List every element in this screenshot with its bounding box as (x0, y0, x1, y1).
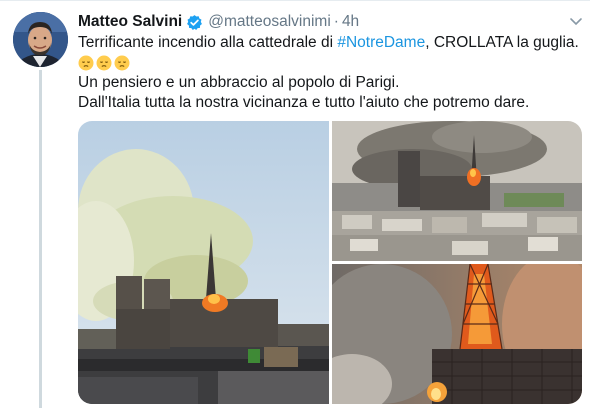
pensive-face-icon (114, 55, 130, 71)
timestamp[interactable]: 4h (342, 13, 359, 31)
tweet[interactable]: Matteo Salvini @matteosalvinimi · 4h Ter… (0, 0, 590, 408)
hashtag-link[interactable]: #NotreDame (337, 34, 425, 51)
author-handle[interactable]: @matteosalvinimi (208, 13, 331, 31)
paris-aerial-fire-photo[interactable] (332, 121, 582, 261)
pensive-face-icon (78, 55, 94, 71)
separator-dot: · (333, 13, 339, 30)
verified-badge-icon (186, 14, 203, 31)
author-name[interactable]: Matteo Salvini (78, 13, 182, 31)
chevron-down-icon[interactable] (569, 14, 583, 26)
tweet-text: Terrificante incendio alla cattedrale di… (78, 33, 583, 113)
pensive-face-icon (96, 55, 112, 71)
emoji-row (78, 53, 583, 73)
spire-flames-photo[interactable] (332, 264, 582, 404)
tweet-text-line: Dall'Italia tutta la nostra vicinanza e … (78, 94, 530, 111)
thread-line (39, 70, 42, 408)
tweet-text-line: Terrificante incendio alla cattedrale di… (78, 33, 583, 53)
divider (0, 0, 590, 1)
text-segment: , CROLLATA la guglia. (425, 34, 579, 51)
tweet-header: Matteo Salvini @matteosalvinimi · 4h (78, 12, 359, 32)
media-grid (78, 121, 582, 404)
avatar[interactable] (13, 12, 68, 67)
text-segment: Terrificante incendio alla cattedrale di (78, 34, 338, 51)
tweet-text-line: Un pensiero e un abbraccio al popolo di … (78, 74, 400, 91)
notre-dame-smoke-photo[interactable] (78, 121, 329, 404)
